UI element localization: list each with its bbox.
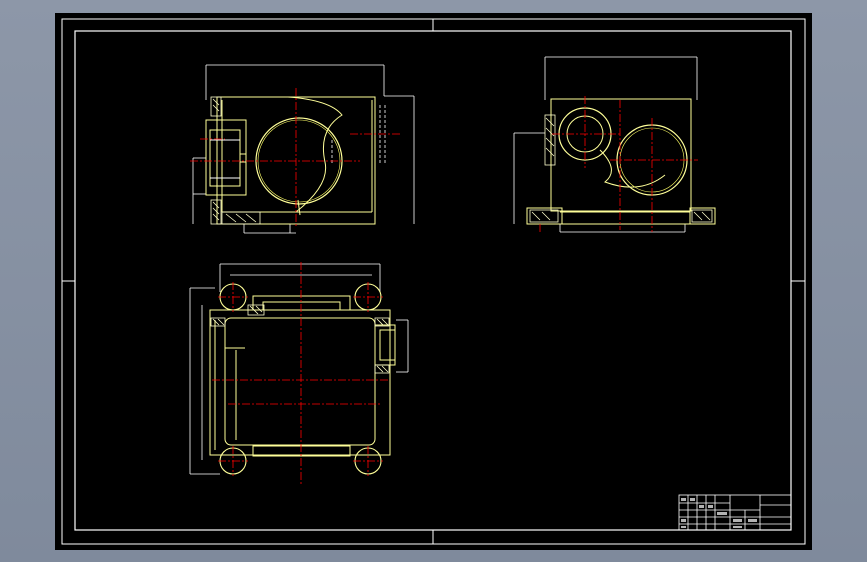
cad-viewport[interactable] — [0, 0, 867, 562]
cad-drawing[interactable] — [0, 0, 867, 562]
drawing-sheet — [55, 13, 812, 550]
